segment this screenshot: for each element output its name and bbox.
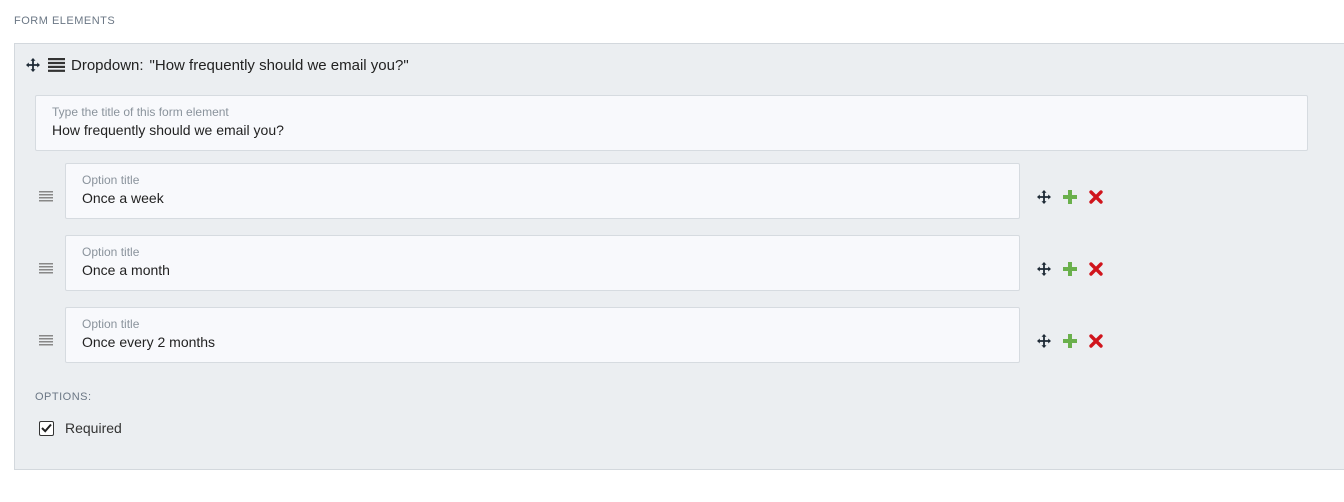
option-row: Option title bbox=[15, 307, 1215, 363]
form-element-panel: Dropdown: "How frequently should we emai… bbox=[14, 43, 1344, 470]
option-field[interactable]: Option title bbox=[65, 235, 1020, 291]
title-field-label: Type the title of this form element bbox=[52, 105, 229, 119]
option-field-label: Option title bbox=[82, 245, 140, 259]
move-icon[interactable] bbox=[1036, 333, 1052, 349]
option-row: Option title bbox=[15, 235, 1215, 291]
option-field[interactable]: Option title bbox=[65, 307, 1020, 363]
option-input[interactable] bbox=[82, 262, 1003, 278]
option-input[interactable] bbox=[82, 334, 1003, 350]
option-actions bbox=[1036, 261, 1104, 277]
option-actions bbox=[1036, 189, 1104, 205]
option-row: Option title bbox=[15, 163, 1215, 219]
panel-header: Dropdown: "How frequently should we emai… bbox=[25, 55, 409, 75]
option-actions bbox=[1036, 333, 1104, 349]
element-title-quoted: "How frequently should we email you?" bbox=[149, 56, 409, 74]
required-label: Required bbox=[65, 420, 122, 436]
close-icon[interactable] bbox=[1088, 261, 1104, 277]
options-heading: OPTIONS: bbox=[35, 391, 92, 403]
checkmark-icon bbox=[41, 423, 52, 433]
required-option[interactable]: Required bbox=[39, 420, 122, 436]
close-icon[interactable] bbox=[1088, 189, 1104, 205]
plus-icon[interactable] bbox=[1062, 333, 1078, 349]
required-checkbox[interactable] bbox=[39, 420, 54, 436]
move-icon[interactable] bbox=[1036, 261, 1052, 277]
option-field-label: Option title bbox=[82, 173, 140, 187]
plus-icon[interactable] bbox=[1062, 189, 1078, 205]
list-icon bbox=[48, 58, 65, 72]
drag-handle-icon[interactable] bbox=[39, 333, 53, 346]
element-title: Dropdown: "How frequently should we emai… bbox=[71, 57, 409, 74]
title-field[interactable]: Type the title of this form element bbox=[35, 95, 1308, 151]
drag-handle-icon[interactable] bbox=[39, 189, 53, 202]
element-type-label: Dropdown: bbox=[71, 56, 144, 74]
move-icon[interactable] bbox=[25, 57, 41, 73]
option-input[interactable] bbox=[82, 190, 1003, 206]
option-field-label: Option title bbox=[82, 317, 140, 331]
option-field[interactable]: Option title bbox=[65, 163, 1020, 219]
close-icon[interactable] bbox=[1088, 333, 1104, 349]
section-heading: FORM ELEMENTS bbox=[14, 15, 116, 27]
move-icon[interactable] bbox=[1036, 189, 1052, 205]
title-input[interactable] bbox=[52, 122, 1291, 138]
drag-handle-icon[interactable] bbox=[39, 261, 53, 274]
plus-icon[interactable] bbox=[1062, 261, 1078, 277]
